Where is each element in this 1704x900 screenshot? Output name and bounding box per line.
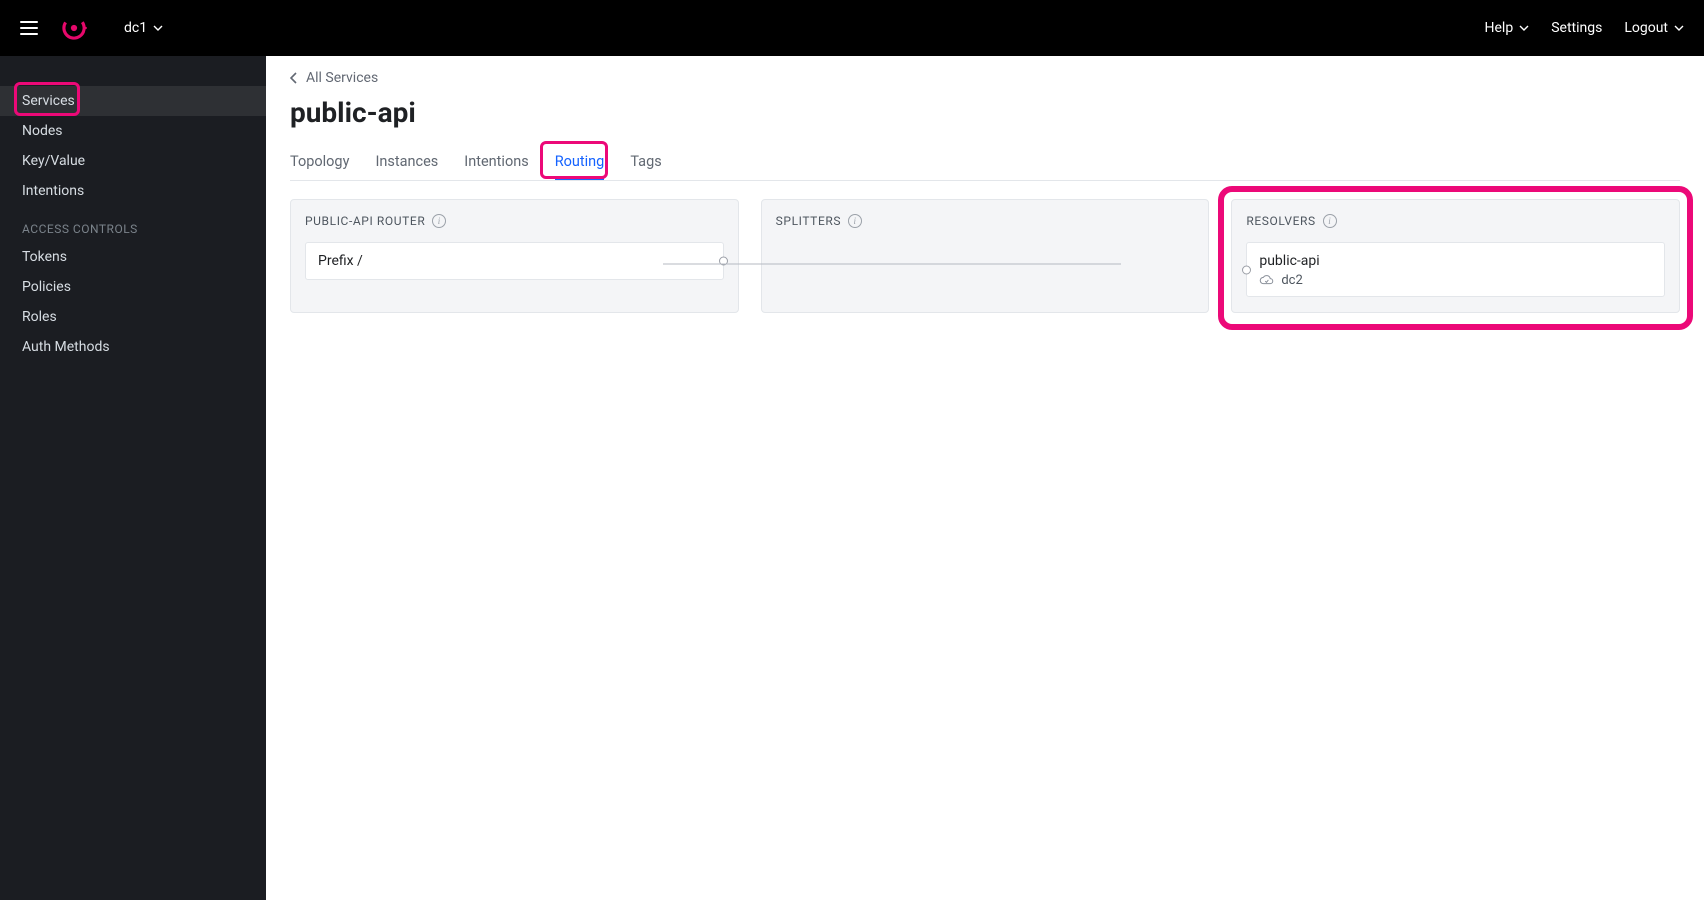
tab-topology[interactable]: Topology [290,143,349,180]
resolvers-panel-title: RESOLVERS i [1246,214,1665,228]
chevron-left-icon [290,72,298,84]
hamburger-menu-icon[interactable] [20,21,38,35]
datacenter-label: dc1 [124,20,147,36]
connector-output-dot [719,257,728,266]
breadcrumb-label: All Services [306,70,378,86]
splitters-panel: SPLITTERS i [761,199,1210,313]
resolvers-panel: RESOLVERS i public-api dc2 [1231,199,1680,313]
splitters-panel-title: SPLITTERS i [776,214,1195,228]
routing-row: PUBLIC-API ROUTER i Prefix / SPLITTERS i… [290,199,1680,313]
sidebar-item-key-value[interactable]: Key/Value [0,146,266,176]
tab-intentions[interactable]: Intentions [464,143,528,180]
help-link[interactable]: Help [1485,20,1530,36]
chevron-down-icon [153,23,163,33]
resolver-name: public-api [1259,253,1652,269]
cloud-failover-icon [1259,273,1274,288]
sidebar-item-intentions[interactable]: Intentions [0,176,266,206]
logout-link[interactable]: Logout [1624,20,1684,36]
sidebar: Services Nodes Key/Value Intentions ACCE… [0,56,266,900]
router-panel: PUBLIC-API ROUTER i Prefix / [290,199,739,313]
sidebar-item-services[interactable]: Services [0,86,266,116]
page-title: public-api [290,96,1680,129]
settings-label: Settings [1551,20,1602,36]
tab-instances[interactable]: Instances [375,143,438,180]
sidebar-item-roles[interactable]: Roles [0,302,266,332]
resolver-card[interactable]: public-api dc2 [1246,242,1665,297]
help-label: Help [1485,20,1514,36]
sidebar-item-tokens[interactable]: Tokens [0,242,266,272]
sidebar-item-nodes[interactable]: Nodes [0,116,266,146]
sidebar-item-policies[interactable]: Policies [0,272,266,302]
info-icon[interactable]: i [1323,214,1337,228]
settings-link[interactable]: Settings [1551,20,1602,36]
router-panel-title: PUBLIC-API ROUTER i [305,214,724,228]
chevron-down-icon [1519,23,1529,33]
logout-label: Logout [1624,20,1668,36]
info-icon[interactable]: i [432,214,446,228]
connector-input-dot [1242,265,1251,274]
breadcrumb[interactable]: All Services [290,70,1680,86]
info-icon[interactable]: i [848,214,862,228]
tab-routing[interactable]: Routing [555,143,605,180]
chevron-down-icon [1674,23,1684,33]
sidebar-group-label: ACCESS CONTROLS [0,206,266,242]
tabs: Topology Instances Intentions Routing Ta… [290,143,1680,181]
sidebar-item-auth-methods[interactable]: Auth Methods [0,332,266,362]
tab-tags[interactable]: Tags [630,143,661,180]
main-content: All Services public-api Topology Instanc… [266,56,1704,900]
route-rule-card[interactable]: Prefix / [305,242,724,280]
datacenter-switcher[interactable]: dc1 [124,20,163,36]
resolver-redirect-dc: dc2 [1281,273,1302,288]
consul-logo-icon [60,14,88,42]
